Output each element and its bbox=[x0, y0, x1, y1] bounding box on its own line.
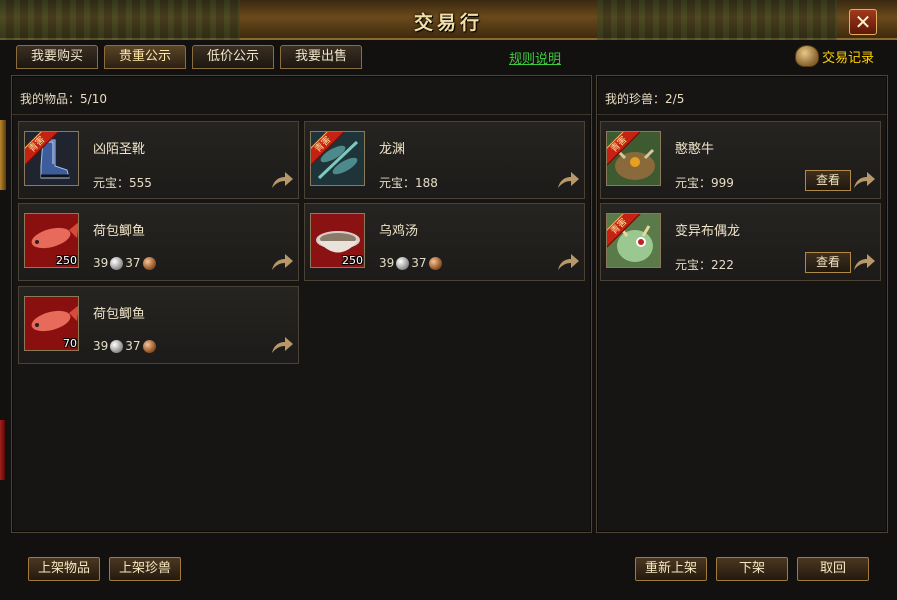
pet-price: 元宝：222 bbox=[675, 256, 734, 273]
my-items-header: 我的物品：5/10 bbox=[20, 90, 107, 107]
trade-records-label: 交易记录 bbox=[822, 50, 875, 66]
dragon-pet-icon: 青害 bbox=[606, 213, 661, 268]
window-title: 交易行 bbox=[413, 12, 483, 34]
share-arrow-icon[interactable] bbox=[270, 252, 294, 272]
item-price-value: 188 bbox=[415, 176, 438, 190]
share-arrow-icon[interactable] bbox=[270, 170, 294, 190]
my-pets-label: 我的珍兽： bbox=[605, 92, 666, 106]
window-edge-decoration-lower bbox=[0, 420, 5, 480]
window-edge-decoration bbox=[0, 120, 6, 190]
delist-button[interactable]: 下架 bbox=[716, 557, 788, 581]
item-card[interactable]: 青害 凶陌圣靴 元宝：555 bbox=[18, 121, 299, 199]
item-price-label: 元宝： bbox=[379, 176, 416, 190]
silver-amount: 39 bbox=[93, 256, 109, 270]
item-price: 39 37 bbox=[93, 256, 157, 270]
copper-amount: 37 bbox=[125, 256, 141, 270]
money-bag-icon bbox=[795, 45, 819, 67]
my-pets-count: 2/5 bbox=[665, 92, 685, 106]
pet-price-label: 元宝： bbox=[675, 176, 712, 190]
view-pet-button[interactable]: 查看 bbox=[805, 170, 851, 191]
item-price: 39 37 bbox=[93, 339, 157, 353]
pet-price-value: 999 bbox=[711, 176, 734, 190]
item-quantity: 250 bbox=[342, 254, 363, 267]
close-button[interactable]: ✕ bbox=[849, 9, 877, 35]
pet-card[interactable]: 青害 变异布偶龙 元宝：222 查看 bbox=[600, 203, 881, 281]
silver-amount: 39 bbox=[379, 256, 395, 270]
share-arrow-icon[interactable] bbox=[852, 252, 876, 272]
pet-name: 憨憨牛 bbox=[675, 142, 715, 157]
item-price: 元宝：188 bbox=[379, 174, 438, 191]
my-items-label: 我的物品： bbox=[20, 92, 81, 106]
item-name: 凶陌圣靴 bbox=[93, 142, 146, 157]
item-price-value: 555 bbox=[129, 176, 152, 190]
share-arrow-icon[interactable] bbox=[270, 335, 294, 355]
share-arrow-icon[interactable] bbox=[556, 252, 580, 272]
pet-name: 变异布偶龙 bbox=[675, 224, 741, 239]
item-card[interactable]: 青害 龙渊 元宝：188 bbox=[304, 121, 585, 199]
item-card[interactable]: 70 荷包鲫鱼 39 37 bbox=[18, 286, 299, 364]
retrieve-button[interactable]: 取回 bbox=[797, 557, 869, 581]
item-name: 荷包鲫鱼 bbox=[93, 307, 146, 322]
panel-divider bbox=[597, 114, 887, 115]
copper-coin-icon bbox=[142, 339, 156, 353]
item-name: 荷包鲫鱼 bbox=[93, 224, 146, 239]
relist-button[interactable]: 重新上架 bbox=[635, 557, 707, 581]
tab-low-price-announcements[interactable]: 低价公示 bbox=[192, 45, 274, 69]
item-price: 39 37 bbox=[379, 256, 443, 270]
tab-valuable-announcements[interactable]: 贵重公示 bbox=[104, 45, 186, 69]
share-arrow-icon[interactable] bbox=[852, 170, 876, 190]
item-price-label: 元宝： bbox=[93, 176, 130, 190]
tab-buy[interactable]: 我要购买 bbox=[16, 45, 98, 69]
pet-price-label: 元宝： bbox=[675, 258, 712, 272]
title-bar[interactable]: 交易行 ✕ bbox=[0, 0, 897, 40]
pet-card[interactable]: 青害 憨憨牛 元宝：999 查看 bbox=[600, 121, 881, 199]
silver-coin-icon bbox=[110, 256, 124, 270]
silver-coin-icon bbox=[110, 339, 124, 353]
item-card[interactable]: 250 乌鸡汤 39 37 bbox=[304, 203, 585, 281]
silver-amount: 39 bbox=[93, 339, 109, 353]
pet-price-value: 222 bbox=[711, 258, 734, 272]
item-price: 元宝：555 bbox=[93, 174, 152, 191]
fish-icon: 250 bbox=[24, 213, 79, 268]
soup-bowl-icon: 250 bbox=[310, 213, 365, 268]
list-item-button[interactable]: 上架物品 bbox=[28, 557, 100, 581]
panel-divider bbox=[12, 114, 591, 115]
list-pet-button[interactable]: 上架珍兽 bbox=[109, 557, 181, 581]
ox-pet-icon: 青害 bbox=[606, 131, 661, 186]
copper-coin-icon bbox=[428, 256, 442, 270]
copper-coin-icon bbox=[142, 256, 156, 270]
copper-amount: 37 bbox=[125, 339, 141, 353]
boots-icon: 青害 bbox=[24, 131, 79, 186]
silver-coin-icon bbox=[396, 256, 410, 270]
trade-records-button[interactable]: 交易记录 bbox=[795, 44, 874, 68]
item-quantity: 70 bbox=[63, 337, 77, 350]
dragonfly-icon: 青害 bbox=[310, 131, 365, 186]
item-name: 乌鸡汤 bbox=[379, 224, 419, 239]
item-quantity: 250 bbox=[56, 254, 77, 267]
rules-link[interactable]: 规则说明 bbox=[509, 48, 561, 67]
share-arrow-icon[interactable] bbox=[556, 170, 580, 190]
my-pets-header: 我的珍兽：2/5 bbox=[605, 90, 684, 107]
copper-amount: 37 bbox=[411, 256, 427, 270]
item-card[interactable]: 250 荷包鲫鱼 39 37 bbox=[18, 203, 299, 281]
item-name: 龙渊 bbox=[379, 142, 406, 157]
pet-price: 元宝：999 bbox=[675, 174, 734, 191]
view-pet-button[interactable]: 查看 bbox=[805, 252, 851, 273]
tab-sell[interactable]: 我要出售 bbox=[280, 45, 362, 69]
my-items-count: 5/10 bbox=[80, 92, 107, 106]
fish-icon: 70 bbox=[24, 296, 79, 351]
